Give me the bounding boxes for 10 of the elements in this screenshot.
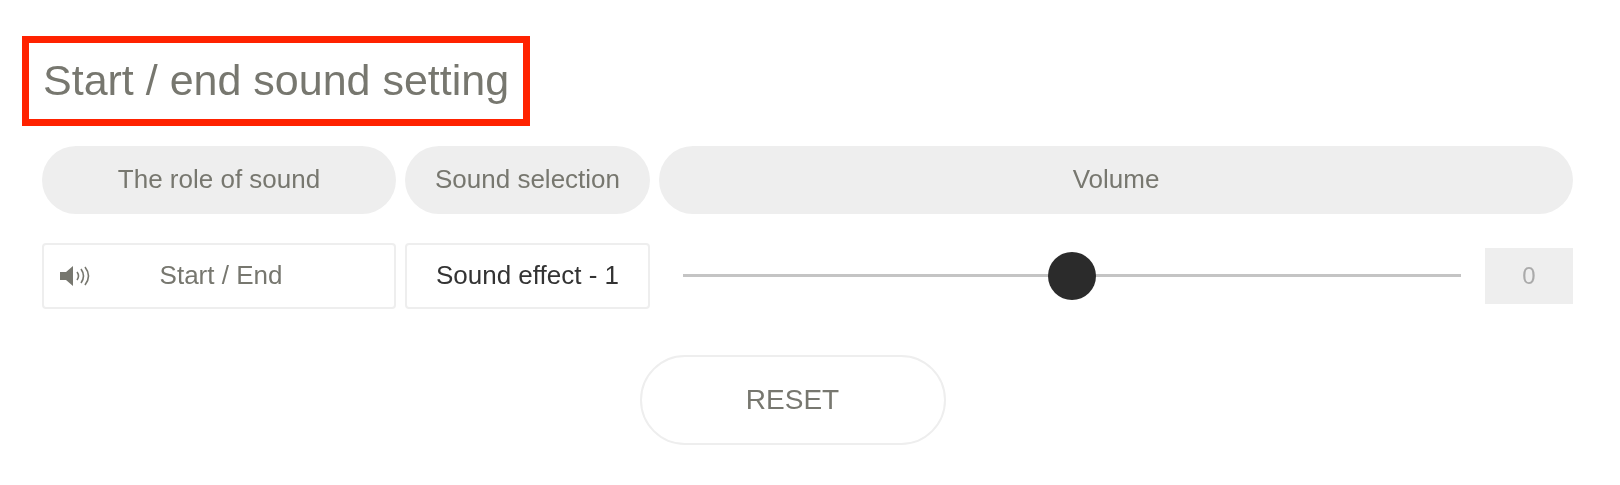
page-title: Start / end sound setting <box>22 36 531 126</box>
volume-value: 0 <box>1485 247 1573 304</box>
reset-button[interactable]: RESET <box>639 354 946 445</box>
role-label: Start / End <box>158 259 284 293</box>
column-header: The role of sound <box>42 145 396 214</box>
column-header: Volume <box>659 145 1573 214</box>
column-header: Sound selection <box>405 145 650 214</box>
slider-thumb[interactable] <box>1048 251 1096 300</box>
sound-select[interactable]: Sound effect - 1 <box>405 242 650 309</box>
speaker-icon <box>58 264 92 287</box>
